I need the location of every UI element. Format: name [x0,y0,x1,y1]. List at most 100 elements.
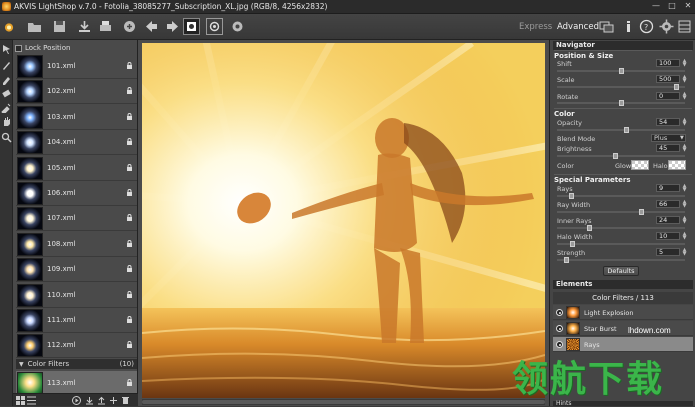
eyedropper-tool-icon[interactable] [1,102,12,115]
chevron-down-icon[interactable]: ▼ [680,135,684,141]
image-canvas-area[interactable] [138,40,549,406]
horizontal-scrollbar[interactable] [142,399,545,405]
visibility-icon[interactable] [556,325,563,332]
rays-slider[interactable] [557,193,685,199]
rotate-slider-knob[interactable] [619,100,624,106]
settings-icon[interactable] [229,18,246,35]
lock-position-checkbox[interactable] [15,44,22,52]
ray-width-slider[interactable] [557,209,685,215]
back-icon[interactable] [143,18,160,35]
lock-icon[interactable] [126,214,133,222]
publish-icon[interactable] [121,18,138,35]
inner-rays-spinner[interactable]: ▲ ▼ [681,216,688,225]
brightness-slider-knob[interactable] [612,153,618,159]
lock-icon[interactable] [126,163,133,171]
brightness-spinner[interactable]: ▲ ▼ [681,144,688,153]
scale-slider[interactable] [557,84,685,90]
inner-rays-slider-knob[interactable] [587,225,593,231]
info-icon[interactable] [620,18,637,35]
lock-icon[interactable] [126,265,133,273]
run-icon[interactable] [183,18,200,35]
preset-item[interactable]: 111.xml [16,308,137,333]
import-icon[interactable] [85,396,94,405]
elements-header[interactable]: Elements [553,280,693,289]
preset-item[interactable]: 105.xml [16,156,137,181]
ray-width-input[interactable]: 66 [656,200,680,208]
forward-icon[interactable] [164,18,181,35]
halo-width-slider[interactable] [557,241,685,247]
strength-input[interactable]: 5 [656,248,680,256]
lock-icon[interactable] [126,189,133,196]
scale-slider-knob[interactable] [673,84,679,90]
visibility-icon[interactable] [556,341,563,348]
scale-input[interactable]: 500 [656,75,680,83]
shift-input[interactable]: 100 [656,59,680,67]
brightness-slider[interactable] [557,153,685,159]
save-icon[interactable] [51,18,68,35]
glow-color-swatch[interactable] [631,160,649,170]
list-view-icon[interactable] [27,396,36,405]
download-icon[interactable] [76,18,93,35]
lock-icon[interactable] [126,290,133,298]
preset-item[interactable]: 110.xml [16,283,137,308]
opacity-spinner[interactable]: ▲ ▼ [681,118,688,127]
zoom-tool-icon[interactable] [1,132,12,143]
opacity-input[interactable]: 54 [656,118,680,126]
scrollbar-thumb[interactable] [142,400,545,404]
grid-view-icon[interactable] [16,396,25,405]
shift-slider[interactable] [557,68,685,74]
preset-item[interactable]: 101.xml [16,54,137,79]
preset-item[interactable]: 102.xml [16,79,137,105]
shift-spinner[interactable]: ▲ ▼ [681,59,688,68]
defaults-button[interactable]: Defaults [603,266,639,276]
photo-preview[interactable] [142,43,545,398]
ray-width-spinner[interactable]: ▲ ▼ [681,200,688,209]
visibility-icon[interactable] [556,309,563,316]
move-tool-icon[interactable] [1,44,12,55]
halo-width-input[interactable]: 10 [656,232,680,240]
ray-width-slider-knob[interactable] [638,209,644,215]
maximize-button[interactable]: □ [667,1,677,11]
preset-item[interactable]: 109.xml [16,257,137,283]
strength-spinner[interactable]: ▲ ▼ [681,248,688,257]
pencil-tool-icon[interactable] [1,74,12,85]
express-mode-button[interactable]: Express [519,22,552,32]
preferences-icon[interactable] [658,18,675,35]
inner-rays-slider[interactable] [557,225,685,231]
halo-color-swatch[interactable] [668,160,686,170]
rotate-slider[interactable] [557,100,685,106]
layers-icon[interactable] [676,18,693,35]
lock-icon[interactable] [126,62,133,69]
element-item[interactable]: Light Explosion [553,305,693,320]
brush-tool-icon[interactable] [1,60,12,71]
print-icon[interactable] [97,18,114,35]
opacity-slider[interactable] [557,127,685,133]
advanced-mode-button[interactable]: Advanced [557,22,599,32]
minimize-button[interactable]: — [651,1,661,11]
halo-width-slider-knob[interactable] [570,241,576,247]
category-header[interactable]: ▼ Color Filters (10) [16,359,137,369]
preset-item[interactable]: 112.xml [16,333,137,359]
halo-width-spinner[interactable]: ▲ ▼ [681,232,688,241]
rays-slider-knob[interactable] [568,193,574,199]
preset-item[interactable]: 108.xml [16,232,137,257]
lock-icon[interactable] [126,379,133,386]
strength-slider-knob[interactable] [564,257,570,263]
preset-item[interactable]: 103.xml [16,105,137,130]
open-icon[interactable] [26,18,43,35]
preset-item[interactable]: 106.xml [16,181,137,206]
scale-spinner[interactable]: ▲ ▼ [681,75,688,84]
brightness-input[interactable]: 45 [656,144,680,152]
preview-icon[interactable] [206,18,223,35]
delete-preset-icon[interactable] [121,396,130,405]
shift-slider-knob[interactable] [619,68,624,74]
rays-spinner[interactable]: ▲ ▼ [681,184,688,193]
lock-icon[interactable] [126,341,133,349]
lock-icon[interactable] [126,138,133,146]
export-icon[interactable] [97,396,106,405]
element-item[interactable]: Star Burst [553,321,693,336]
rotate-input[interactable]: 0 [656,92,680,100]
collapse-arrow-icon[interactable]: ▼ [19,361,24,368]
lock-icon[interactable] [126,316,133,323]
layout-icon[interactable] [598,18,615,35]
